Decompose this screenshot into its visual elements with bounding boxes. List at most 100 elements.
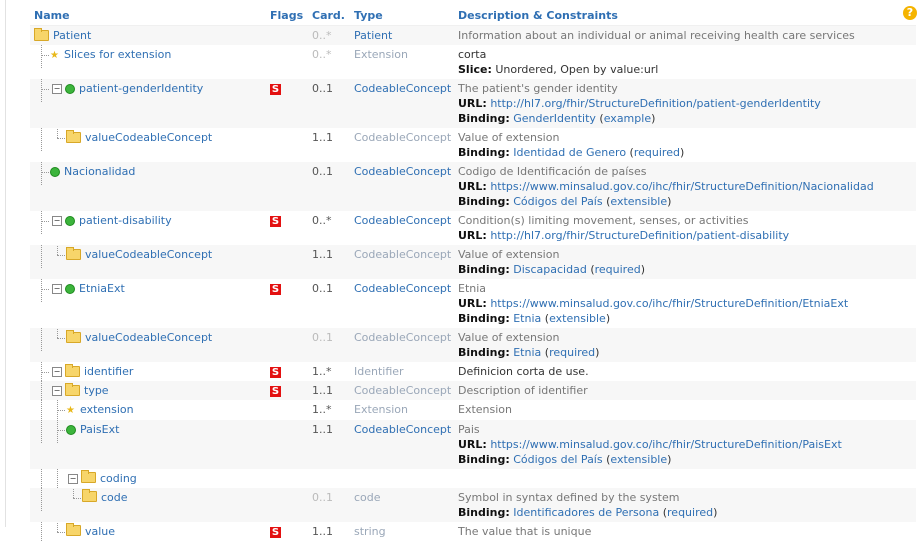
element-type[interactable]: Extension [350,400,454,420]
element-type[interactable]: Extension [350,45,454,79]
element-name[interactable]: valueCodeableConcept [85,248,212,261]
expand-toggle-icon[interactable]: − [68,473,78,484]
element-name[interactable]: patient-genderIdentity [79,82,203,95]
element-type[interactable]: CodeableConcept [350,211,454,245]
element-name[interactable]: value [85,525,115,538]
description: Symbol in syntax defined by the system [458,490,680,504]
element-type[interactable]: CodeableConcept [350,128,454,162]
must-support-flag: S [270,284,281,295]
folder-icon [82,489,97,502]
folder-icon [81,470,96,483]
url-link[interactable]: https://www.minsalud.gov.co/ihc/fhir/Str… [490,438,841,451]
star-icon: ★ [66,404,75,416]
binding-link[interactable]: Códigos del País [513,453,602,466]
left-border [5,0,6,527]
description: Codigo de Identificación de países [458,165,647,178]
description: Etnia [458,282,487,295]
element-type[interactable]: Identifier [350,362,454,381]
url-link[interactable]: https://www.minsalud.gov.co/ihc/fhir/Str… [490,180,873,193]
expand-toggle-icon[interactable]: − [52,216,62,226]
element-type[interactable]: CodeableConcept [350,245,454,279]
cardinality: 1..1 [308,245,350,279]
column-header-name[interactable]: Name [30,6,266,26]
binding-strength-link[interactable]: extensible [549,312,606,325]
element-name[interactable]: type [84,384,109,397]
binding-strength-link[interactable]: required [595,263,641,276]
element-name[interactable]: Slices for extension [64,48,171,61]
binding-link[interactable]: Identificadores de Persona [513,506,659,519]
cardinality: 0..1 [308,279,350,328]
url-label: URL: [458,297,487,310]
expand-toggle-icon[interactable]: − [52,386,62,396]
folder-icon [34,27,49,41]
binding-link[interactable]: Etnia [513,312,541,325]
binding-link[interactable]: GenderIdentity [513,112,596,125]
extension-dot-icon [65,216,75,226]
expand-toggle-icon[interactable]: − [52,84,62,94]
must-support-flag: S [270,367,281,378]
column-header-card[interactable]: Card. [308,6,350,26]
expand-toggle-icon[interactable]: − [52,284,62,294]
binding-strength-link[interactable]: required [634,146,680,159]
description: Value of extension [458,331,560,344]
url-link[interactable]: http://hl7.org/fhir/StructureDefinition/… [490,229,789,242]
url-link[interactable]: http://hl7.org/fhir/StructureDefinition/… [490,97,821,110]
element-type[interactable]: code [350,487,454,522]
element-type[interactable]: CodeableConcept [350,419,454,469]
column-header-type[interactable]: Type [350,6,454,26]
binding-label: Binding: [458,452,510,466]
table-row: − EtniaExt S 0..1 CodeableConcept Etnia U… [30,279,916,328]
binding-link[interactable]: Códigos del País [513,195,602,208]
element-type[interactable]: CodeableConcept [350,79,454,128]
cardinality: 0..1 [308,79,350,128]
table-row: − type S 1..1 CodeableConcept Description… [30,381,916,400]
element-name[interactable]: coding [100,472,137,485]
element-name[interactable]: Nacionalidad [64,165,135,178]
binding-strength-link[interactable]: extensible [610,453,667,466]
table-row: PaisExt 1..1 CodeableConcept Pais URL: h… [30,419,916,469]
binding-link[interactable]: Discapacidad [513,263,587,276]
description: Extension [454,400,916,420]
element-name[interactable]: patient-disability [79,214,172,227]
must-support-flag: S [270,386,281,397]
binding-link[interactable]: Etnia [513,346,541,359]
table-row: − patient-genderIdentity S 0..1 CodeableC… [30,79,916,128]
element-name[interactable]: valueCodeableConcept [85,131,212,144]
element-name[interactable]: identifier [84,365,133,378]
cardinality: 0..* [308,25,350,45]
element-type[interactable]: CodeableConcept [350,328,454,362]
binding-strength-link[interactable]: required [549,346,595,359]
binding-label: Binding: [458,263,510,276]
extension-dot-icon [65,84,75,94]
cardinality: 1..* [308,362,350,381]
star-icon: ★ [50,49,59,61]
element-name[interactable]: Patient [53,29,91,42]
column-header-description[interactable]: Description & Constraints [454,6,916,26]
element-type[interactable]: CodeableConcept [350,381,454,400]
element-name[interactable]: valueCodeableConcept [85,331,212,344]
description: Condition(s) limiting movement, senses, … [458,214,749,227]
must-support-flag: S [270,84,281,95]
column-header-flags[interactable]: Flags [266,6,308,26]
binding-link[interactable]: Identidad de Genero [513,146,626,159]
structure-table-view: ? Name Flags Card. Type Description & Co… [0,0,923,541]
binding-label: Binding: [458,505,510,519]
element-type[interactable]: string [350,521,454,541]
element-type[interactable]: CodeableConcept [350,162,454,211]
description: Description of identifier [454,381,916,400]
element-name[interactable]: EtniaExt [79,282,125,295]
element-type[interactable]: Patient [350,25,454,45]
url-link[interactable]: https://www.minsalud.gov.co/ihc/fhir/Str… [490,297,848,310]
cardinality: 0..* [308,45,350,79]
description: Value of extension [458,131,560,144]
binding-strength-link[interactable]: example [604,112,651,125]
element-type[interactable]: CodeableConcept [350,279,454,328]
element-name[interactable]: extension [80,403,134,416]
binding-strength-link[interactable]: required [667,506,713,519]
element-name[interactable]: code [101,491,128,504]
expand-toggle-icon[interactable]: − [52,367,62,377]
element-name[interactable]: PaisExt [80,423,119,436]
must-support-flag: S [270,526,281,538]
slice-label: Slice: [458,63,492,76]
binding-strength-link[interactable]: extensible [610,195,667,208]
